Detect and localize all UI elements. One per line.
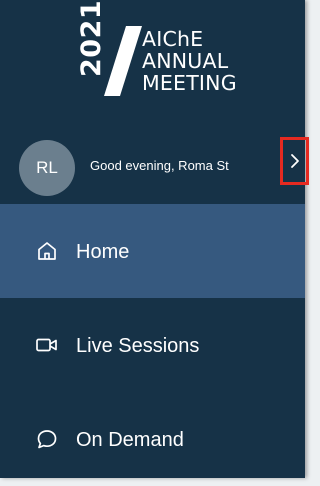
logo-year: 2021 [76,0,107,77]
logo-wordmark: AIChE ANNUAL MEETING [142,28,237,94]
event-logo[interactable]: 2021 AIChE ANNUAL MEETING [76,0,270,97]
app: 2021 AIChE ANNUAL MEETING RL Good evenin… [0,0,312,478]
chat-bubble-icon [37,430,57,449]
nav-item-home-label: Home [76,241,130,263]
chevron-right-icon [290,154,299,168]
logo-line-meeting: MEETING [142,71,237,95]
user-profile-row: RL Good evening, Roma St [0,132,309,196]
sidebar: 2021 AIChE ANNUAL MEETING RL Good evenin… [0,0,309,478]
avatar[interactable]: RL [19,140,75,196]
logo-line-annual: ANNUAL [142,49,229,73]
nav-item-on-demand-label: On Demand [76,429,184,451]
greeting-text: Good evening, Roma St [90,158,229,173]
nav-item-home[interactable]: Home [0,204,305,298]
video-camera-icon [36,338,57,352]
logo-slash [104,26,142,96]
home-icon [38,242,56,260]
nav-item-on-demand[interactable]: On Demand [0,392,305,486]
expand-sidebar-button[interactable] [280,137,309,185]
nav-item-live-sessions-label: Live Sessions [76,335,200,357]
nav-item-live-sessions[interactable]: Live Sessions [0,298,305,392]
logo-line-aiche: AIChE [142,27,204,51]
